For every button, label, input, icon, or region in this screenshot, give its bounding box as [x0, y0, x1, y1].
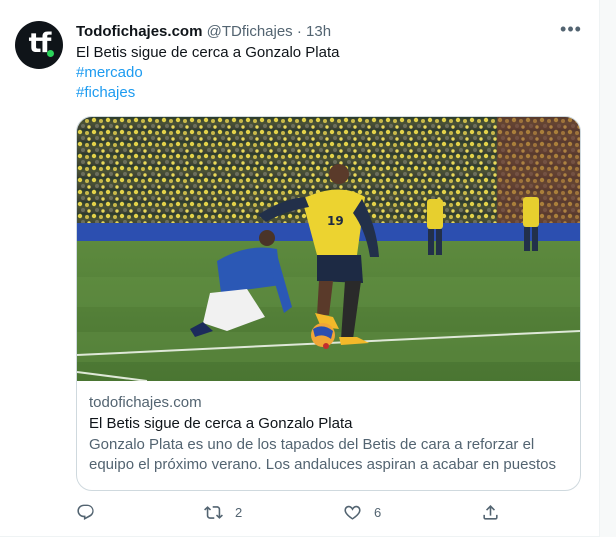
link-preview-card[interactable]: 19 todofichajes.com El Betis sigue de ce…	[76, 116, 581, 491]
tweet-timestamp[interactable]: 13h	[306, 23, 331, 40]
display-name[interactable]: Todofichajes.com	[76, 23, 202, 40]
card-description: Gonzalo Plata es uno de los tapados del …	[89, 436, 556, 473]
more-icon: •••	[560, 19, 582, 39]
avatar[interactable]: tf	[15, 21, 63, 69]
share-button[interactable]	[481, 500, 512, 524]
tweet-text: El Betis sigue de cerca a Gonzalo Plata	[76, 44, 340, 61]
retweet-button[interactable]: 2	[204, 500, 242, 524]
tweet-actions: 2 6	[76, 500, 581, 524]
more-options-button[interactable]: •••	[558, 20, 584, 44]
card-text-block: todofichajes.com El Betis sigue de cerca…	[89, 393, 568, 475]
user-handle[interactable]: @TDfichajes	[207, 23, 293, 40]
card-photo[interactable]: 19	[77, 117, 580, 381]
card-title: El Betis sigue de cerca a Gonzalo Plata	[89, 415, 353, 432]
hashtag-link[interactable]: #fichajes	[76, 83, 135, 103]
tweet-header: Todofichajes.com @TDfichajes · 13h	[76, 22, 331, 42]
like-count: 6	[374, 504, 382, 520]
avatar-dot	[47, 50, 54, 57]
hashtag-link[interactable]: #mercado	[76, 63, 143, 83]
football-match-photo: 19	[77, 117, 580, 381]
like-button[interactable]: 6	[343, 500, 381, 524]
retweet-count: 2	[235, 504, 243, 520]
reply-icon	[77, 504, 94, 520]
header-separator: ·	[296, 23, 302, 40]
share-icon	[483, 504, 498, 520]
retweet-icon	[204, 505, 223, 519]
jersey-number: 19	[327, 214, 344, 228]
heart-icon	[344, 505, 361, 520]
reply-button[interactable]	[76, 500, 107, 524]
tweet-card[interactable]: tf Todofichajes.com @TDfichajes · 13h ••…	[0, 0, 600, 537]
card-domain: todofichajes.com	[89, 394, 202, 411]
